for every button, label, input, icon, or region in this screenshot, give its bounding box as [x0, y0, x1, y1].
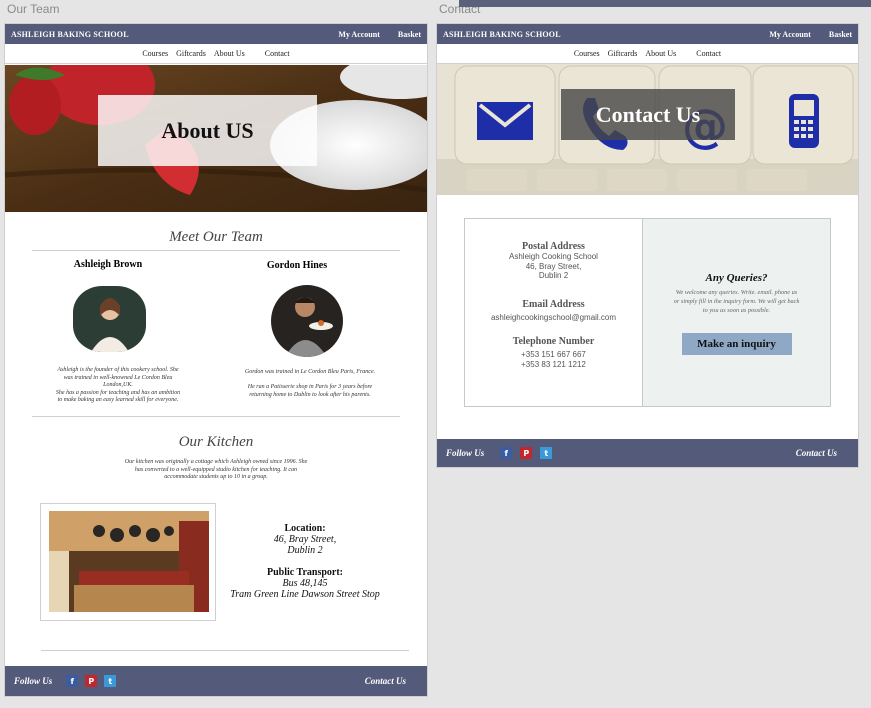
divider [41, 650, 409, 651]
mobile-phone-icon [789, 94, 819, 148]
basket-link[interactable]: Basket [398, 30, 421, 39]
kitchen-photo-frame [40, 503, 216, 621]
facebook-icon[interactable]: f [66, 675, 79, 687]
brand-logo[interactable]: ASHLEIGH BAKING SCHOOL [11, 30, 338, 39]
pinterest-icon[interactable]: P [85, 675, 98, 687]
contact-hero-image: @ Contact Us [437, 64, 858, 195]
top-strip [459, 0, 871, 7]
nav-giftcards[interactable]: Giftcards [608, 49, 638, 58]
email-label: Email Address [522, 298, 585, 310]
kitchen-description: Our kitchen was originally a cottage whi… [124, 459, 308, 480]
footer: Follow Us f P t Contact Us [5, 666, 427, 696]
phone-numbers: +353 151 667 667 +353 83 121 1212 [521, 349, 586, 369]
kitchen-info: Location: 46, Bray Street, Dublin 2 Publ… [215, 523, 395, 600]
nav-contact[interactable]: Contact [265, 49, 290, 58]
divider [32, 250, 400, 251]
nav-about[interactable]: About Us [645, 49, 676, 58]
nav-giftcards[interactable]: Giftcards [176, 49, 206, 58]
location-label: Location: [284, 523, 326, 534]
postal-label: Postal Address [522, 241, 585, 252]
about-page: ASHLEIGH BAKING SCHOOL My Account Basket… [5, 24, 427, 696]
nav-courses[interactable]: Courses [574, 49, 600, 58]
contact-details: Postal Address Ashleigh Cooking School 4… [465, 219, 643, 406]
member-name-ashleigh: Ashleigh Brown [73, 259, 143, 270]
hero-title-box: About US [98, 95, 317, 166]
artboard-label-our-team: Our Team [7, 2, 60, 16]
make-inquiry-button[interactable]: Make an inquiry [681, 333, 792, 355]
divider [32, 416, 400, 417]
kitchen-heading: Our Kitchen [178, 434, 254, 450]
hero-image-strawberries: About US [5, 65, 427, 212]
transport-label: Public Transport: [266, 567, 344, 578]
queries-title: Any Queries? [705, 272, 768, 284]
hero-title: About US [161, 117, 254, 143]
social-links: f P t [500, 447, 553, 459]
phone-label: Telephone Number [512, 335, 595, 347]
queries-text: We welcome any queries. Write. email. ph… [673, 289, 800, 314]
nav-contact[interactable]: Contact [696, 49, 721, 58]
top-nav: ASHLEIGH BAKING SCHOOL My Account Basket [5, 24, 427, 44]
sub-nav: Courses Giftcards About Us Contact [437, 44, 858, 64]
footer-contact-link[interactable]: Contact Us [365, 676, 406, 686]
email-address[interactable]: ashleighcookingschool@gmail.com [465, 313, 642, 322]
envelope-icon [477, 102, 533, 140]
contact-page: ASHLEIGH BAKING SCHOOL My Account Basket… [437, 24, 858, 467]
bio-ashleigh: Ashleigh is the founder of this cookery … [55, 367, 181, 403]
my-account-link[interactable]: My Account [769, 30, 811, 39]
basket-link[interactable]: Basket [829, 30, 852, 39]
meet-team-heading: Meet Our Team [169, 229, 263, 245]
brand-logo[interactable]: ASHLEIGH BAKING SCHOOL [443, 30, 769, 39]
follow-us-label: Follow Us [446, 448, 485, 458]
member-name-gordon: Gordon Hines [266, 260, 328, 271]
facebook-icon[interactable]: f [500, 447, 513, 459]
nav-about[interactable]: About Us [214, 49, 245, 58]
follow-us-label: Follow Us [14, 676, 53, 686]
queries-panel: Any Queries? We welcome any queries. Wri… [643, 219, 830, 406]
bio-gordon: Gordon was trained in Le Cordon Bleu Par… [244, 369, 376, 398]
avatar-ashleigh [73, 286, 146, 352]
footer-contact-link[interactable]: Contact Us [796, 448, 837, 458]
sub-nav: Courses Giftcards About Us Contact [5, 44, 427, 64]
twitter-icon[interactable]: t [104, 675, 117, 687]
pinterest-icon[interactable]: P [520, 447, 533, 459]
contact-hero-title: Contact Us [595, 101, 701, 127]
postal-address: Ashleigh Cooking School 46, Bray Street,… [509, 252, 598, 280]
avatar-gordon [271, 285, 343, 357]
contact-title-box: Contact Us [561, 89, 735, 140]
twitter-icon[interactable]: t [540, 447, 553, 459]
nav-courses[interactable]: Courses [142, 49, 168, 58]
top-nav: ASHLEIGH BAKING SCHOOL My Account Basket [437, 24, 858, 44]
kitchen-photo [49, 511, 209, 612]
social-links: f P t [66, 675, 117, 687]
contact-info-box: Postal Address Ashleigh Cooking School 4… [464, 218, 831, 407]
my-account-link[interactable]: My Account [338, 30, 380, 39]
footer: Follow Us f P t Contact Us [437, 439, 858, 467]
